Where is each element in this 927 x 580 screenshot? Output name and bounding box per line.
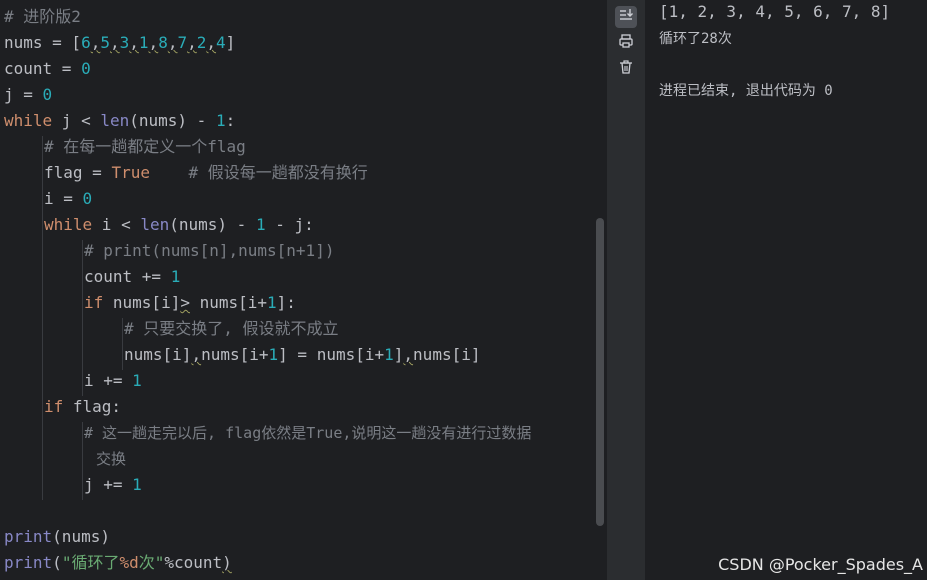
code-line-5: while j < len(nums) - 1: — [4, 111, 236, 130]
code-line-20: print(nums) — [4, 527, 110, 546]
console-output-count: 循环了28次 — [659, 31, 732, 47]
watermark: CSDN @Pocker_Spades_A — [718, 555, 923, 574]
indent-guide — [82, 240, 83, 396]
code-line-15: i += 1 — [84, 371, 142, 390]
code-line-1: # 进阶版2 — [4, 7, 81, 26]
printer-icon — [618, 33, 634, 53]
code-line-9: while i < len(nums) - 1 - j: — [44, 215, 314, 234]
editor-scrollbar[interactable] — [596, 218, 604, 526]
code-line-2: nums = [6,5,3,1,8,7,2,4] — [4, 33, 236, 52]
trash-icon — [618, 59, 634, 79]
code-line-10: # print(nums[n],nums[n+1]) — [84, 241, 335, 260]
code-line-14: nums[i],nums[i+1] = nums[i+1],nums[i] — [124, 345, 481, 364]
indent-guide — [122, 318, 123, 370]
code-line-18: j += 1 — [84, 475, 142, 494]
soft-wrap-scroll-button[interactable] — [615, 6, 637, 28]
clear-console-button[interactable] — [615, 58, 637, 80]
run-console[interactable]: [1, 2, 3, 4, 5, 6, 7, 8] 循环了28次 进程已结束, 退… — [645, 0, 927, 580]
code-line-8: i = 0 — [44, 189, 93, 208]
console-exit-message: 进程已结束, 退出代码为 0 — [659, 83, 833, 99]
code-line-7: flag = True # 假设每一趟都没有换行 — [44, 163, 368, 182]
code-line-16: if flag: — [44, 397, 122, 416]
print-button[interactable] — [615, 32, 637, 54]
code-line-17-wrap: 交换 — [96, 450, 127, 468]
indent-guide — [82, 422, 83, 500]
code-line-6: # 在每一趟都定义一个flag — [44, 137, 246, 156]
code-line-17: # 这一趟走完以后, flag依然是True,说明这一趟没有进行过数据 — [84, 424, 532, 442]
code-line-13: # 只要交换了, 假设就不成立 — [124, 319, 339, 338]
console-toolbar — [607, 0, 645, 580]
code-line-4: j = 0 — [4, 85, 53, 104]
code-editor[interactable]: # 进阶版2 nums = [6,5,3,1,8,7,2,4] count = … — [0, 0, 607, 580]
code-line-3: count = 0 — [4, 59, 91, 78]
code-line-21: print("循环了%d次"%count) — [4, 553, 232, 572]
indent-guide — [42, 136, 43, 500]
code-line-11: count += 1 — [84, 267, 181, 286]
code-line-12: if nums[i]> nums[i+1]: — [84, 293, 296, 312]
soft-wrap-scroll-icon — [618, 7, 634, 27]
console-output-list: [1, 2, 3, 4, 5, 6, 7, 8] — [659, 2, 891, 21]
